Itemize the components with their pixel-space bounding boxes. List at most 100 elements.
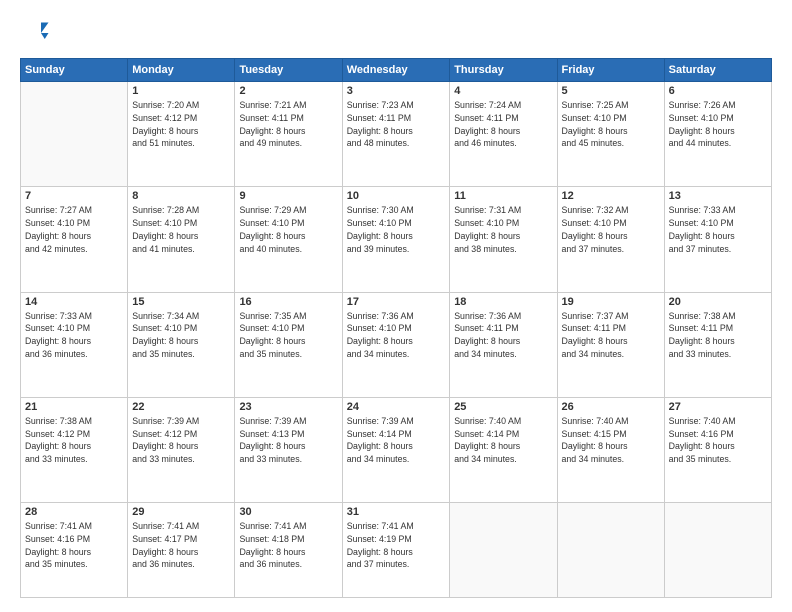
day-info: Sunrise: 7:36 AM Sunset: 4:10 PM Dayligh… — [347, 310, 445, 361]
calendar-cell: 10Sunrise: 7:30 AM Sunset: 4:10 PM Dayli… — [342, 187, 449, 292]
calendar-cell: 2Sunrise: 7:21 AM Sunset: 4:11 PM Daylig… — [235, 82, 342, 187]
day-info: Sunrise: 7:36 AM Sunset: 4:11 PM Dayligh… — [454, 310, 552, 361]
calendar-cell: 14 Sunrise: 7:33 AM Sunset: 4:10 PM Dayli… — [21, 292, 128, 397]
day-number: 12 — [562, 190, 660, 202]
day-info: Sunrise: 7:39 AM Sunset: 4:14 PM Dayligh… — [347, 415, 445, 466]
logo — [20, 18, 56, 48]
day-info: Sunrise: 7:30 AM Sunset: 4:10 PM Dayligh… — [347, 204, 445, 255]
day-info: Sunrise: 7:29 AM Sunset: 4:10 PM Dayligh… — [239, 204, 337, 255]
calendar-week-row: 21 Sunrise: 7:38 AM Sunset: 4:12 PM Dayli… — [21, 397, 772, 502]
calendar-cell — [21, 82, 128, 187]
day-info: Sunrise: 7:39 AM Sunset: 4:13 PM Dayligh… — [239, 415, 337, 466]
day-number: 3 — [347, 85, 445, 97]
calendar-cell: 1Sunrise: 7:20 AM Sunset: 4:12 PM Daylig… — [128, 82, 235, 187]
day-number: 24 — [347, 401, 445, 413]
day-number: 18 — [454, 296, 552, 308]
day-number: 21 — [25, 401, 123, 413]
calendar-cell — [557, 503, 664, 598]
calendar-week-row: 14 Sunrise: 7:33 AM Sunset: 4:10 PM Dayli… — [21, 292, 772, 397]
calendar-cell: 6 Sunrise: 7:26 AM Sunset: 4:10 PM Daylig… — [664, 82, 771, 187]
day-info: Sunrise: 7:37 AM Sunset: 4:11 PM Dayligh… — [562, 310, 660, 361]
day-number: 20 — [669, 296, 767, 308]
page: SundayMondayTuesdayWednesdayThursdayFrid… — [0, 0, 792, 612]
calendar-cell: 11 Sunrise: 7:31 AM Sunset: 4:10 PM Dayli… — [450, 187, 557, 292]
calendar-cell: 18 Sunrise: 7:36 AM Sunset: 4:11 PM Dayli… — [450, 292, 557, 397]
calendar-week-row: 1Sunrise: 7:20 AM Sunset: 4:12 PM Daylig… — [21, 82, 772, 187]
calendar-cell: 29 Sunrise: 7:41 AM Sunset: 4:17 PM Dayli… — [128, 503, 235, 598]
header — [20, 18, 772, 48]
calendar-cell: 24 Sunrise: 7:39 AM Sunset: 4:14 PM Dayli… — [342, 397, 449, 502]
calendar-cell: 9 Sunrise: 7:29 AM Sunset: 4:10 PM Daylig… — [235, 187, 342, 292]
day-number: 25 — [454, 401, 552, 413]
calendar-cell: 25 Sunrise: 7:40 AM Sunset: 4:14 PM Dayli… — [450, 397, 557, 502]
calendar-cell: 5 Sunrise: 7:25 AM Sunset: 4:10 PM Daylig… — [557, 82, 664, 187]
day-number: 23 — [239, 401, 337, 413]
calendar-cell: 16 Sunrise: 7:35 AM Sunset: 4:10 PM Dayli… — [235, 292, 342, 397]
calendar-cell: 4 Sunrise: 7:24 AM Sunset: 4:11 PM Daylig… — [450, 82, 557, 187]
day-info: Sunrise: 7:28 AM Sunset: 4:10 PM Dayligh… — [132, 204, 230, 255]
day-number: 30 — [239, 506, 337, 518]
weekday-header-saturday: Saturday — [664, 59, 771, 82]
calendar-cell: 23 Sunrise: 7:39 AM Sunset: 4:13 PM Dayli… — [235, 397, 342, 502]
day-number: 13 — [669, 190, 767, 202]
day-number: 22 — [132, 401, 230, 413]
calendar-cell: 28Sunrise: 7:41 AM Sunset: 4:16 PM Dayli… — [21, 503, 128, 598]
day-number: 9 — [239, 190, 337, 202]
day-number: 5 — [562, 85, 660, 97]
calendar-cell: 27Sunrise: 7:40 AM Sunset: 4:16 PM Dayli… — [664, 397, 771, 502]
day-number: 19 — [562, 296, 660, 308]
day-number: 11 — [454, 190, 552, 202]
weekday-header-friday: Friday — [557, 59, 664, 82]
day-number: 26 — [562, 401, 660, 413]
day-info: Sunrise: 7:41 AM Sunset: 4:19 PM Dayligh… — [347, 520, 445, 571]
calendar-cell: 31 Sunrise: 7:41 AM Sunset: 4:19 PM Dayli… — [342, 503, 449, 598]
day-info: Sunrise: 7:41 AM Sunset: 4:17 PM Dayligh… — [132, 520, 230, 571]
weekday-header-tuesday: Tuesday — [235, 59, 342, 82]
calendar-cell: 7 Sunrise: 7:27 AM Sunset: 4:10 PM Daylig… — [21, 187, 128, 292]
weekday-header-thursday: Thursday — [450, 59, 557, 82]
day-info: Sunrise: 7:34 AM Sunset: 4:10 PM Dayligh… — [132, 310, 230, 361]
weekday-header-monday: Monday — [128, 59, 235, 82]
day-number: 7 — [25, 190, 123, 202]
day-info: Sunrise: 7:35 AM Sunset: 4:10 PM Dayligh… — [239, 310, 337, 361]
calendar-cell: 20 Sunrise: 7:38 AM Sunset: 4:11 PM Dayli… — [664, 292, 771, 397]
calendar-cell: 30 Sunrise: 7:41 AM Sunset: 4:18 PM Dayli… — [235, 503, 342, 598]
day-number: 14 — [25, 296, 123, 308]
day-number: 17 — [347, 296, 445, 308]
day-info: Sunrise: 7:24 AM Sunset: 4:11 PM Dayligh… — [454, 99, 552, 150]
day-number: 29 — [132, 506, 230, 518]
day-info: Sunrise: 7:21 AM Sunset: 4:11 PM Dayligh… — [239, 99, 337, 150]
day-info: Sunrise: 7:27 AM Sunset: 4:10 PM Dayligh… — [25, 204, 123, 255]
day-info: Sunrise: 7:26 AM Sunset: 4:10 PM Dayligh… — [669, 99, 767, 150]
day-number: 15 — [132, 296, 230, 308]
calendar-cell: 26 Sunrise: 7:40 AM Sunset: 4:15 PM Dayli… — [557, 397, 664, 502]
calendar-cell — [664, 503, 771, 598]
calendar-cell: 15 Sunrise: 7:34 AM Sunset: 4:10 PM Dayli… — [128, 292, 235, 397]
day-info: Sunrise: 7:40 AM Sunset: 4:14 PM Dayligh… — [454, 415, 552, 466]
day-info: Sunrise: 7:41 AM Sunset: 4:16 PM Dayligh… — [25, 520, 123, 571]
day-number: 31 — [347, 506, 445, 518]
calendar-table: SundayMondayTuesdayWednesdayThursdayFrid… — [20, 58, 772, 598]
weekday-header-wednesday: Wednesday — [342, 59, 449, 82]
day-info: Sunrise: 7:40 AM Sunset: 4:15 PM Dayligh… — [562, 415, 660, 466]
calendar-cell: 17 Sunrise: 7:36 AM Sunset: 4:10 PM Dayli… — [342, 292, 449, 397]
logo-icon — [20, 18, 50, 48]
day-info: Sunrise: 7:31 AM Sunset: 4:10 PM Dayligh… — [454, 204, 552, 255]
day-number: 4 — [454, 85, 552, 97]
calendar-week-row: 28Sunrise: 7:41 AM Sunset: 4:16 PM Dayli… — [21, 503, 772, 598]
weekday-header-sunday: Sunday — [21, 59, 128, 82]
day-info: Sunrise: 7:40 AM Sunset: 4:16 PM Dayligh… — [669, 415, 767, 466]
day-info: Sunrise: 7:41 AM Sunset: 4:18 PM Dayligh… — [239, 520, 337, 571]
day-number: 16 — [239, 296, 337, 308]
day-info: Sunrise: 7:25 AM Sunset: 4:10 PM Dayligh… — [562, 99, 660, 150]
calendar-cell: 21 Sunrise: 7:38 AM Sunset: 4:12 PM Dayli… — [21, 397, 128, 502]
day-info: Sunrise: 7:38 AM Sunset: 4:12 PM Dayligh… — [25, 415, 123, 466]
day-info: Sunrise: 7:39 AM Sunset: 4:12 PM Dayligh… — [132, 415, 230, 466]
day-info: Sunrise: 7:33 AM Sunset: 4:10 PM Dayligh… — [25, 310, 123, 361]
calendar-cell: 12Sunrise: 7:32 AM Sunset: 4:10 PM Dayli… — [557, 187, 664, 292]
day-info: Sunrise: 7:38 AM Sunset: 4:11 PM Dayligh… — [669, 310, 767, 361]
day-number: 1 — [132, 85, 230, 97]
day-number: 6 — [669, 85, 767, 97]
weekday-header-row: SundayMondayTuesdayWednesdayThursdayFrid… — [21, 59, 772, 82]
calendar-cell: 19 Sunrise: 7:37 AM Sunset: 4:11 PM Dayli… — [557, 292, 664, 397]
